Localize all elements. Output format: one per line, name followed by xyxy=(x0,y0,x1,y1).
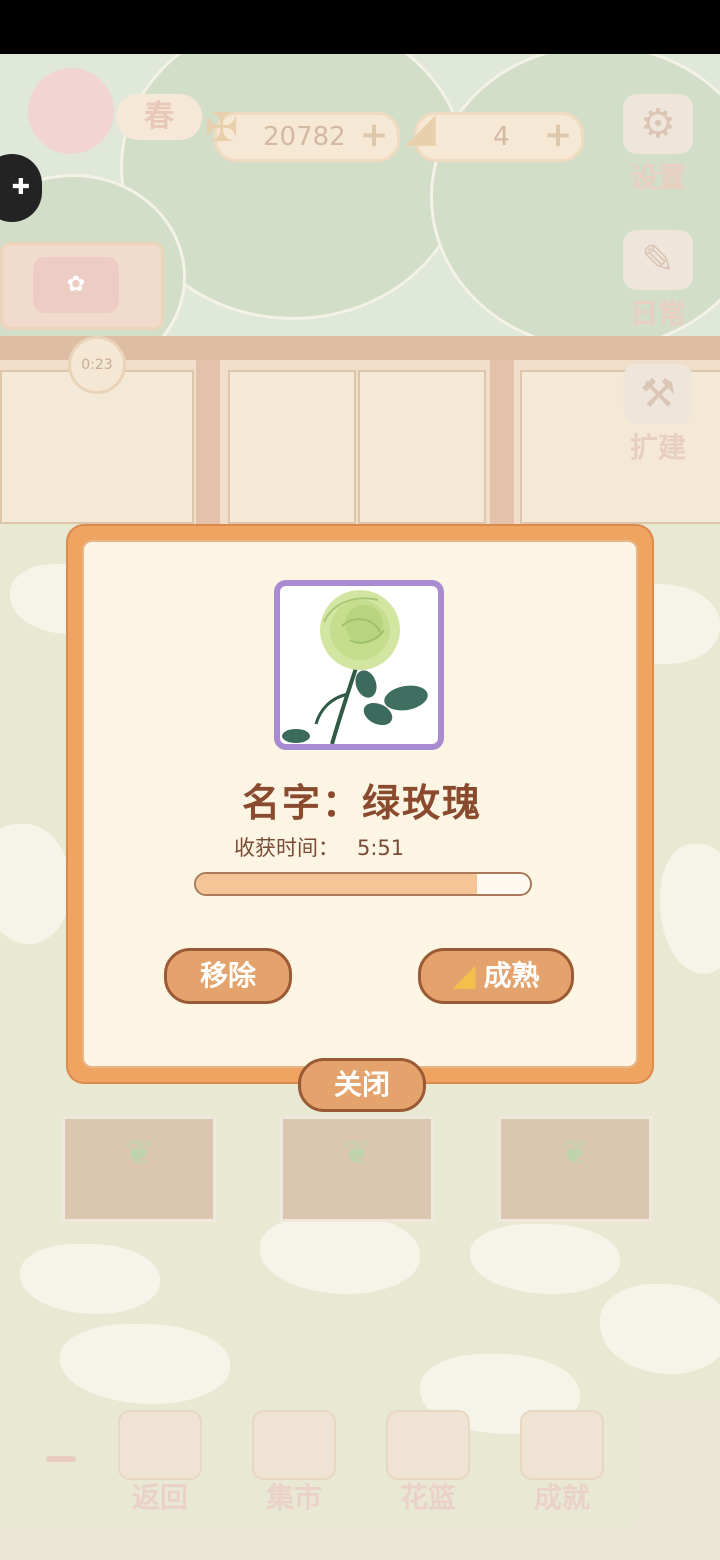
remove-button[interactable]: 移除 xyxy=(164,948,292,1004)
green-rose-image xyxy=(282,590,428,744)
flower-name: 名字：绿玫瑰 xyxy=(241,781,482,825)
harvest-time-row: 收获时间： 5:51 xyxy=(234,832,404,862)
flower-portrait xyxy=(274,580,444,750)
flower-info-dialog: 名字：绿玫瑰 收获时间： 5:51 移除 ◢ 成熟 xyxy=(68,526,652,1082)
status-bar xyxy=(0,0,720,54)
harvest-time-value: 5:51 xyxy=(357,836,405,860)
cheese-icon: ◢ xyxy=(452,958,476,993)
close-button[interactable]: 关闭 xyxy=(298,1058,426,1112)
ripen-label: 成熟 xyxy=(483,959,540,992)
game-scene: ❦ ❦ ❦ 春 ✠ 20782 + ◢ 4 + ⚙ 设置 ✎ 日常 ⚒ 扩建 ✿… xyxy=(0,54,720,1560)
growth-progress-fill xyxy=(196,874,477,894)
growth-progress-bar xyxy=(194,872,532,896)
harvest-time-label: 收获时间： xyxy=(234,836,339,860)
ripen-button[interactable]: ◢ 成熟 xyxy=(418,948,574,1004)
dialog-body: 名字：绿玫瑰 收获时间： 5:51 移除 ◢ 成熟 xyxy=(82,540,638,1068)
